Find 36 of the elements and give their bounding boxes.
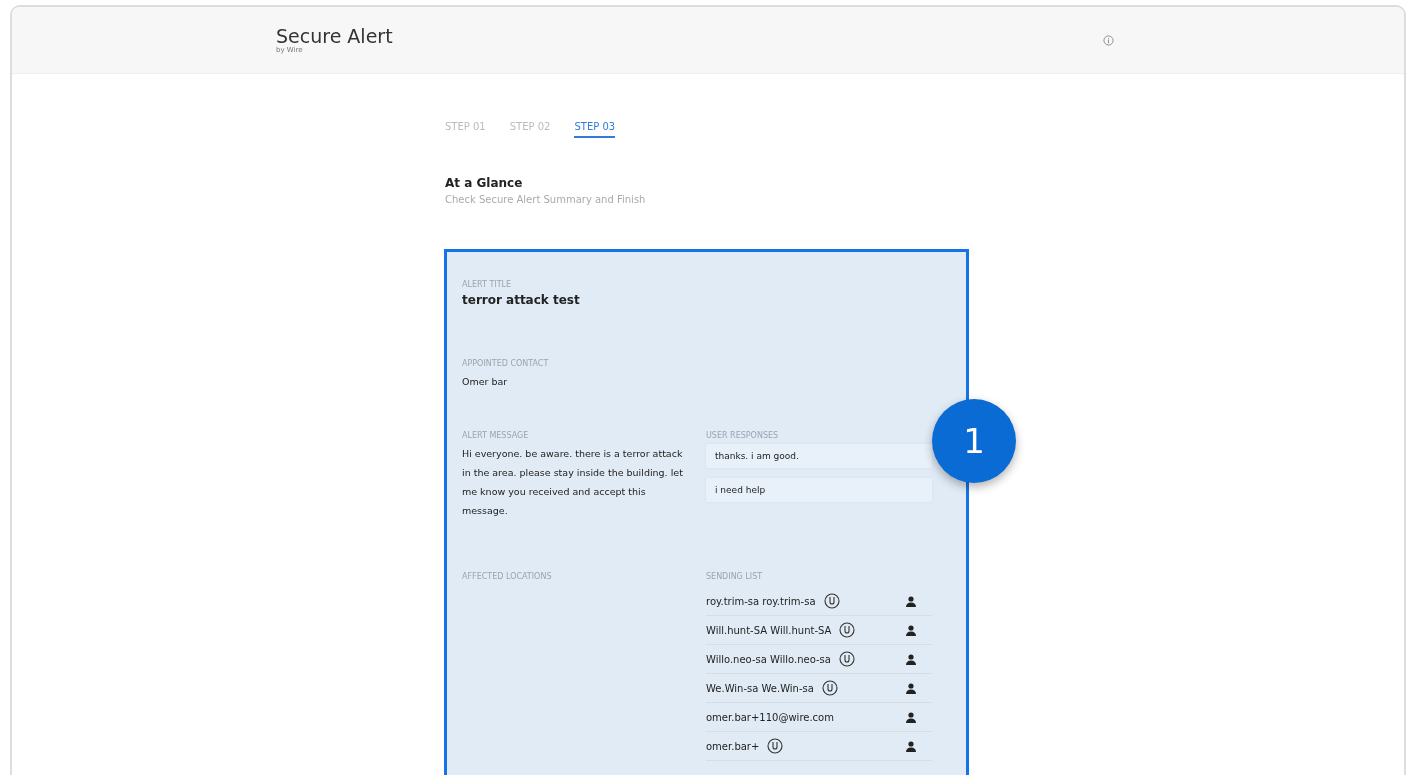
recipient-name: We.Win-sa We.Win-sa	[706, 682, 814, 694]
contact-name: Omer bar	[462, 375, 509, 389]
alert-title: terror attack test	[462, 293, 581, 307]
step-tab[interactable]: STEP 02	[509, 121, 551, 138]
recipient-name: roy.trim-sa roy.trim-sa	[706, 595, 816, 607]
field-label: USER RESPONSES	[706, 431, 780, 440]
person-icon	[906, 740, 916, 752]
recipient-name: Willo.neo-sa Willo.neo-sa	[706, 653, 831, 665]
recipient-name: Will.hunt-SA Will.hunt-SA	[706, 624, 832, 636]
person-icon	[906, 595, 916, 607]
verified-icon	[838, 651, 855, 667]
field-label: ALERT TITLE	[462, 280, 513, 289]
person-icon	[906, 711, 916, 723]
verified-icon	[823, 593, 840, 609]
verified-icon	[767, 738, 784, 754]
callout-badge: 1	[932, 399, 1016, 483]
person-icon	[906, 624, 916, 636]
person-icon	[906, 653, 916, 665]
field-label: APPOINTED CONTACT	[462, 359, 550, 368]
response-option: thanks. i am good.	[706, 444, 932, 468]
person-icon	[906, 682, 916, 694]
alert-message: Hi everyone. be aware. there is a terror attack in the area. please stay inside the building. let me know you received and accept this message.	[462, 447, 684, 518]
recipient-name: omer.bar+110@wire.com	[706, 711, 834, 723]
section-subtitle: Check Secure Alert Summary and Finish	[445, 194, 647, 205]
field-label: AFFECTED LOCATIONS	[462, 572, 553, 581]
step-tab[interactable]: STEP 01	[445, 121, 486, 138]
field-label: ALERT MESSAGE	[462, 431, 530, 440]
app-title: Secure Alert	[276, 26, 393, 46]
response-option: i need help	[706, 478, 932, 502]
field-label: SENDING LIST	[706, 572, 764, 581]
step-tab[interactable]: STEP 03	[574, 121, 616, 138]
verified-icon	[839, 622, 856, 638]
verified-icon	[821, 680, 838, 696]
info-icon[interactable]	[1103, 34, 1114, 46]
section-title: At a Glance	[445, 176, 524, 190]
recipient-name: omer.bar+	[706, 740, 760, 752]
